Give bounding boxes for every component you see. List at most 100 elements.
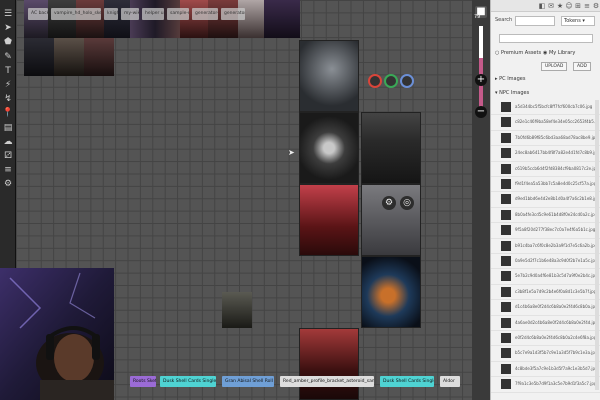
file-row[interactable]: 4c8bde3f5a7c9e1b3d5f7a9c1e3b5d7.jpg bbox=[491, 362, 600, 378]
settings-icon[interactable]: ⚙ bbox=[2, 178, 14, 190]
file-thumbnail bbox=[501, 163, 511, 174]
file-name: b91c4ba7c6f0c8e2b3a9f1d7e5c6a2b.jpg bbox=[515, 242, 598, 248]
file-row[interactable]: c82e1c46f9ba58ef4e34e05cc2653f4b5.jpg bbox=[491, 115, 600, 131]
tab-chip[interactable]: helper ui bbox=[142, 8, 164, 20]
tab-chip[interactable]: AC back bbox=[28, 8, 48, 20]
file-row[interactable]: 4a6ae0d2c4b6a8e0f2d4c6b8a0e2f4d.jpg bbox=[491, 316, 600, 331]
token-tile-1[interactable] bbox=[24, 38, 54, 76]
settings-icon[interactable]: ⚙ bbox=[382, 196, 396, 210]
token-tile-3[interactable] bbox=[84, 38, 114, 76]
tab-chip[interactable]: knight bbox=[104, 8, 118, 20]
map-card-gray-storm[interactable] bbox=[361, 184, 421, 256]
file-row[interactable]: 8b0a4fe3cd5c9e61b4d8f0e24cd0a2c.jpg bbox=[491, 208, 600, 224]
file-thumbnail bbox=[501, 117, 511, 128]
file-row[interactable]: c619b5ccb6d4f2fd8384cf9ba0817c2e.jpg bbox=[491, 162, 600, 177]
ruler-icon[interactable]: ↯ bbox=[2, 93, 14, 105]
journal-icon[interactable]: ≡ bbox=[2, 164, 14, 176]
file-row[interactable]: 0a9e5d2f7c1b6e48a3c9d0f2b7e1a5c.jpg bbox=[491, 254, 600, 270]
file-row[interactable]: 9f5a8f20d277f38ec7c0a7e4f6a5b1c.jpg bbox=[491, 223, 600, 239]
file-row[interactable]: d1c4b6a8e0f2d4c6b8a0e2f4d6c8b0a.jpg bbox=[491, 300, 600, 316]
token-tiles bbox=[24, 38, 116, 76]
bottom-tag[interactable]: Dusk Shell Cards Single Sheet bbox=[380, 376, 434, 387]
map-card-fog-figure[interactable] bbox=[299, 40, 359, 112]
search-type-select[interactable]: Tokens ▾ bbox=[561, 16, 595, 26]
mouse-cursor-icon: ➤ bbox=[288, 148, 295, 157]
bottom-tag[interactable]: Aldor bbox=[440, 376, 460, 387]
panel-tabs: ◧ ✉ ★ ☺ ⊞ ≡ ⚙ bbox=[491, 0, 600, 12]
zoom-slider-track[interactable] bbox=[479, 26, 483, 110]
map-card-red-forest[interactable] bbox=[299, 184, 359, 256]
file-row[interactable]: d9ed1bbd6e4d2e8b1d0a4f7a6c2b1e8.jpg bbox=[491, 192, 600, 208]
map-card-glowing-skull[interactable] bbox=[361, 256, 421, 328]
file-thumbnail bbox=[501, 333, 511, 343]
library-panel: ◧ ✉ ★ ☺ ⊞ ≡ ⚙ Search Tokens ▾ ○ Premium Assets… bbox=[490, 0, 600, 400]
file-thumbnail bbox=[501, 209, 511, 220]
add-button[interactable]: ADD bbox=[573, 62, 592, 71]
my-library-label: My Library bbox=[548, 50, 576, 56]
search-input[interactable] bbox=[515, 16, 555, 26]
cloud-icon[interactable]: ☁ bbox=[2, 136, 14, 148]
bottom-tag[interactable]: Dusk Shell Cards Single Sheet bbox=[160, 376, 216, 387]
file-name: e0f2d4c6b8a0e2f4d6c8b0a2c4e6f8a.jpg bbox=[515, 335, 597, 340]
panel-tab-icon[interactable]: ⚙ bbox=[591, 1, 600, 11]
asset-source-row: ○ Premium Assets ◉ My Library bbox=[495, 50, 597, 60]
cursor-icon[interactable]: ➤ bbox=[2, 22, 14, 34]
map-token-small[interactable] bbox=[222, 292, 252, 328]
fog-icon[interactable]: ⚡ bbox=[2, 79, 14, 91]
token-tile-2[interactable] bbox=[54, 38, 84, 76]
status-ring-icon[interactable] bbox=[368, 74, 382, 88]
file-thumbnail bbox=[501, 302, 511, 313]
menu-icon[interactable]: ☰ bbox=[2, 8, 14, 20]
tab-chip[interactable]: generator-thing bbox=[192, 8, 218, 20]
bottom-tag[interactable]: Roots Sketch bbox=[130, 376, 156, 387]
layer-icon[interactable]: ▤ bbox=[2, 122, 14, 134]
bottom-tag[interactable]: Red_amber_profile_bracket_asteroid_sampl… bbox=[280, 376, 374, 387]
pc-folder[interactable]: ▸ PC Images bbox=[495, 76, 597, 86]
brush-icon[interactable]: ✎ bbox=[2, 51, 14, 63]
shape-icon[interactable]: ⬟ bbox=[2, 36, 14, 48]
file-thumbnail bbox=[501, 225, 511, 236]
map-card-dark-tree[interactable] bbox=[361, 112, 421, 184]
strip-thumb-9[interactable] bbox=[264, 0, 300, 38]
app-root: ☰ ➤ ⬟ ✎ T ⚡ ↯ 📍 ▤ ☁ ⚂ ≡ ⚙ AC back vampire_hd_holo_ske… bbox=[0, 0, 600, 400]
premium-assets-option[interactable]: ○ Premium Assets bbox=[495, 50, 541, 56]
my-library-option[interactable]: ◉ My Library bbox=[543, 50, 575, 56]
target-icon[interactable]: ◎ bbox=[400, 196, 414, 210]
file-name: c82e1c46f9ba58ef4e34e05cc2653f4b5.jpg bbox=[515, 119, 599, 125]
file-row[interactable]: f9d1f4ea5a53bb7c5a8e4d0c25cf57a.jpg bbox=[491, 177, 600, 193]
status-ring-icon[interactable] bbox=[400, 74, 414, 88]
pin-icon[interactable]: 📍 bbox=[2, 107, 14, 119]
zoom-out-button[interactable]: − bbox=[475, 106, 487, 118]
filter-input[interactable] bbox=[499, 34, 593, 43]
file-thumbnail bbox=[501, 148, 511, 159]
search-type-value: Tokens bbox=[564, 18, 581, 24]
upload-button[interactable]: UPLOAD bbox=[541, 62, 568, 71]
text-icon[interactable]: T bbox=[2, 65, 14, 77]
dice-icon[interactable]: ⚂ bbox=[2, 150, 14, 162]
file-row[interactable]: e0f2d4c6b8a0e2f4d6c8b0a2c4e6f8a.jpg bbox=[491, 331, 600, 347]
file-row[interactable]: b5c7e9a1d3f5b7c9e1a3d5f7b9c1e3a.jpg bbox=[491, 346, 600, 362]
file-row[interactable]: 24ec8ab6417bb4f8f7a82e4d1fd7c8b9.jpg bbox=[491, 146, 600, 162]
map-card-skull-disc[interactable] bbox=[299, 112, 359, 184]
file-thumbnail bbox=[501, 363, 511, 374]
file-row[interactable]: 7b0fd6b89f85c6bd3aa68ad78ac8be9.jpg bbox=[491, 131, 600, 147]
panel-scrollbar[interactable] bbox=[595, 100, 599, 390]
zoom-in-button[interactable]: + bbox=[475, 74, 487, 86]
file-row[interactable]: 7f9a1c3e5b7d9f1a3c5e7b9d1f3a5c7.jpg bbox=[491, 377, 600, 393]
file-row[interactable]: c3b8f1e5a7d9c2b4e6f0a8d1c3e5b7f.jpg bbox=[491, 285, 600, 301]
tab-chip[interactable]: my-wiki bbox=[121, 8, 139, 20]
file-thumbnail bbox=[501, 348, 511, 359]
file-list: a5d344bc5f5bcfc8ff7fcf600cb7c06.jpg c82e1… bbox=[491, 100, 600, 400]
npc-folder[interactable]: ▾ NPC Images bbox=[495, 90, 597, 100]
status-ring-icon[interactable] bbox=[384, 74, 398, 88]
tab-chip[interactable]: generator-thing bbox=[221, 8, 245, 20]
file-row[interactable]: b91c4ba7c6f0c8e2b3a9f1d7e5c6a2b.jpg bbox=[491, 239, 600, 254]
bottom-tag[interactable]: Gran Abisal Shell Roll Cards bbox=[222, 376, 274, 387]
search-row: Search Tokens ▾ bbox=[495, 16, 597, 28]
tab-chip[interactable]: vampire_hd_holo_sketch bbox=[51, 8, 101, 20]
tab-chip[interactable]: sample-map bbox=[167, 8, 189, 20]
file-thumbnail bbox=[501, 240, 511, 251]
file-row[interactable]: 5e7b2c9d0a4f6e81b3c5d7a9f0e2b4c.jpg bbox=[491, 269, 600, 285]
file-row[interactable]: a5d344bc5f5bcfc8ff7fcf600cb7c06.jpg bbox=[491, 100, 600, 116]
file-thumbnail bbox=[501, 286, 511, 297]
